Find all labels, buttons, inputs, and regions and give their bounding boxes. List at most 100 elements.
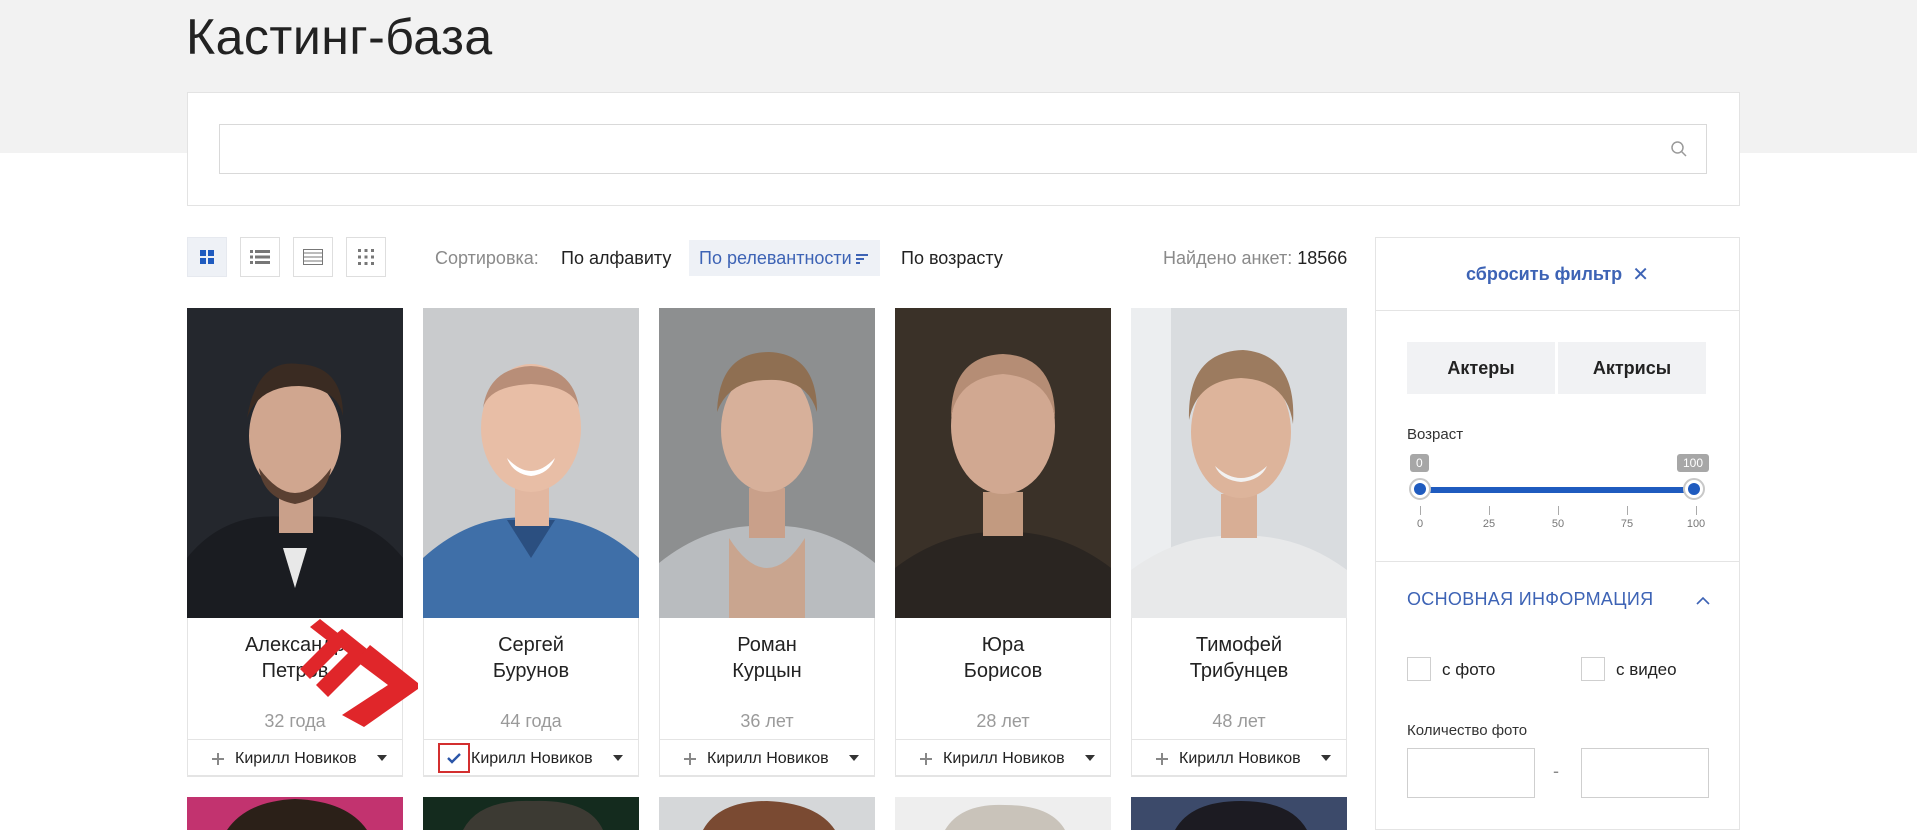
age-tick-label: 25 bbox=[1482, 518, 1496, 530]
actor-age: 44 года bbox=[500, 711, 562, 731]
agent-name[interactable]: Кирилл Новиков bbox=[471, 750, 593, 768]
divider bbox=[1376, 561, 1739, 562]
card-footer: Кирилл Новиков bbox=[187, 739, 403, 777]
actor-photo[interactable] bbox=[659, 797, 875, 830]
age-min-handle[interactable] bbox=[1409, 478, 1431, 500]
actor-card[interactable]: Роман Курцын 36 лет Кирилл Новиков bbox=[659, 308, 875, 777]
add-to-list-button[interactable] bbox=[680, 749, 700, 769]
card-footer: Кирилл Новиков bbox=[659, 739, 875, 777]
with-video-checkbox[interactable] bbox=[1581, 657, 1605, 681]
chevron-down-icon[interactable] bbox=[610, 750, 626, 766]
tab-actors[interactable]: Актеры bbox=[1407, 342, 1555, 394]
search-input[interactable] bbox=[219, 124, 1707, 174]
filter-sidebar: сбросить фильтр ✕ Актеры Актрисы Возраст… bbox=[1375, 237, 1740, 830]
plus-icon bbox=[212, 753, 224, 765]
actor-photo[interactable] bbox=[895, 308, 1111, 618]
actor-photo[interactable] bbox=[1131, 797, 1347, 830]
added-to-list-button[interactable] bbox=[438, 743, 470, 773]
photo-count-to-input[interactable] bbox=[1581, 748, 1709, 798]
agent-name[interactable]: Кирилл Новиков bbox=[943, 750, 1065, 768]
agent-name[interactable]: Кирилл Новиков bbox=[235, 750, 357, 768]
actor-first-name: Юра bbox=[981, 634, 1025, 656]
chevron-down-icon[interactable] bbox=[846, 750, 862, 766]
page-title: Кастинг-база bbox=[186, 9, 493, 65]
actor-photo[interactable] bbox=[423, 308, 639, 618]
agent-name[interactable]: Кирилл Новиков bbox=[1179, 750, 1301, 768]
list-icon bbox=[250, 250, 270, 264]
actor-photo[interactable] bbox=[1131, 308, 1347, 618]
grid-large-icon bbox=[200, 250, 214, 264]
chevron-down-icon[interactable] bbox=[1318, 750, 1334, 766]
plus-icon bbox=[1156, 753, 1168, 765]
age-slider-track[interactable] bbox=[1420, 487, 1696, 493]
tab-actresses[interactable]: Актрисы bbox=[1558, 342, 1706, 394]
actor-age: 28 лет bbox=[976, 711, 1030, 731]
actor-photo[interactable] bbox=[895, 797, 1111, 830]
chevron-down-icon[interactable] bbox=[1082, 750, 1098, 766]
age-max-handle[interactable] bbox=[1683, 478, 1705, 500]
actor-photo[interactable] bbox=[187, 797, 403, 830]
chevron-down-icon[interactable] bbox=[374, 750, 390, 766]
highlight-arrows bbox=[300, 619, 418, 727]
card-footer: Кирилл Новиков bbox=[1131, 739, 1347, 777]
age-tick bbox=[1558, 506, 1559, 515]
reset-filter-button[interactable]: сбросить фильтр ✕ bbox=[1376, 238, 1739, 311]
actor-photo[interactable] bbox=[423, 797, 639, 830]
age-max-badge: 100 bbox=[1677, 454, 1710, 472]
sort-age-option[interactable]: По возрасту bbox=[901, 240, 1003, 276]
with-photo-label[interactable]: с фото bbox=[1442, 660, 1495, 680]
plus-icon bbox=[920, 753, 932, 765]
plus-icon bbox=[684, 753, 696, 765]
checkmark-icon bbox=[447, 753, 461, 764]
actor-name: Юра Борисов bbox=[896, 632, 1110, 684]
age-tick bbox=[1489, 506, 1490, 515]
actor-first-name: Сергей bbox=[498, 634, 564, 656]
sort-relevance-option[interactable]: По релевантности bbox=[689, 240, 880, 276]
actor-first-name: Тимофей bbox=[1195, 634, 1283, 656]
age-label: Возраст bbox=[1407, 426, 1464, 443]
age-tick bbox=[1696, 506, 1697, 515]
age-tick-label: 75 bbox=[1620, 518, 1634, 530]
actor-photo[interactable] bbox=[187, 308, 403, 618]
age-tick bbox=[1420, 506, 1421, 515]
section-main-info-title[interactable]: ОСНОВНАЯ ИНФОРМАЦИЯ bbox=[1407, 589, 1653, 610]
chevron-up-icon[interactable] bbox=[1694, 592, 1712, 610]
view-table-button[interactable] bbox=[293, 237, 333, 277]
actor-last-name: Курцын bbox=[732, 660, 802, 682]
add-to-list-button[interactable] bbox=[1152, 749, 1172, 769]
photo-count-from-input[interactable] bbox=[1407, 748, 1535, 798]
age-tick-label: 100 bbox=[1686, 518, 1706, 530]
age-tick-label: 50 bbox=[1551, 518, 1565, 530]
found-count: 18566 bbox=[1297, 248, 1348, 268]
with-photo-checkbox[interactable] bbox=[1407, 657, 1431, 681]
agent-name[interactable]: Кирилл Новиков bbox=[707, 750, 829, 768]
with-video-label[interactable]: с видео bbox=[1616, 660, 1677, 680]
grid-small-icon bbox=[358, 249, 374, 265]
photo-count-label: Количество фото bbox=[1407, 722, 1528, 739]
view-grid-small-button[interactable] bbox=[346, 237, 386, 277]
sort-alphabet-option[interactable]: По алфавиту bbox=[561, 240, 671, 276]
actor-card[interactable]: Юра Борисов 28 лет Кирилл Новиков bbox=[895, 308, 1111, 777]
actor-last-name: Трибунцев bbox=[1189, 660, 1289, 682]
actor-last-name: Бурунов bbox=[492, 660, 570, 682]
add-to-list-button[interactable] bbox=[916, 749, 936, 769]
view-list-button[interactable] bbox=[240, 237, 280, 277]
table-icon bbox=[303, 249, 323, 265]
found-counter: Найдено анкет: 18566 bbox=[1163, 248, 1347, 269]
search-panel bbox=[187, 92, 1740, 206]
actor-age: 36 лет bbox=[740, 711, 794, 731]
sort-relevance-label: По релевантности bbox=[699, 248, 852, 268]
reset-filter-label: сбросить фильтр bbox=[1466, 263, 1623, 284]
actor-card[interactable]: Сергей Бурунов 44 года Кирилл Новиков bbox=[423, 308, 639, 777]
actor-photo[interactable] bbox=[659, 308, 875, 618]
add-to-list-button[interactable] bbox=[208, 749, 228, 769]
view-grid-large-button[interactable] bbox=[187, 237, 227, 277]
sort-label: Сортировка: bbox=[435, 248, 539, 268]
range-dash: - bbox=[1553, 761, 1559, 781]
search-icon[interactable] bbox=[1670, 140, 1688, 158]
age-tick-label: 0 bbox=[1416, 518, 1424, 530]
actor-card[interactable]: Тимофей Трибунцев 48 лет Кирилл Новиков bbox=[1131, 308, 1347, 777]
sort-desc-icon bbox=[855, 254, 868, 265]
actor-name: Сергей Бурунов bbox=[424, 632, 638, 684]
actor-first-name: Роман bbox=[737, 634, 797, 656]
